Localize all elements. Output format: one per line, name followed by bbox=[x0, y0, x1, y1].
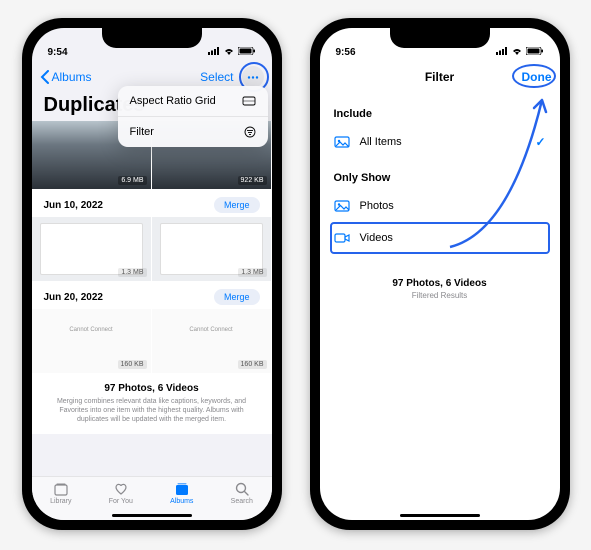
tab-label: Search bbox=[231, 498, 253, 505]
nav-right: Select bbox=[200, 66, 263, 88]
row-videos[interactable]: Videos bbox=[320, 222, 560, 254]
row-label: Photos bbox=[360, 200, 394, 212]
status-time: 9:54 bbox=[48, 47, 68, 58]
grid-icon bbox=[242, 96, 256, 106]
thumbnail[interactable]: Cannot Connect 160 KB bbox=[152, 309, 272, 373]
summary: 97 Photos, 6 Videos Merging combines rel… bbox=[32, 373, 272, 434]
size-badge: 1.3 MB bbox=[118, 268, 146, 277]
section-include: Include bbox=[320, 94, 560, 126]
status-right bbox=[208, 47, 256, 58]
group-date: Jun 10, 2022 bbox=[44, 200, 103, 211]
select-button[interactable]: Select bbox=[200, 70, 233, 84]
row-photos[interactable]: Photos bbox=[320, 190, 560, 222]
thumbnail[interactable]: Cannot Connect 160 KB bbox=[32, 309, 152, 373]
merge-button[interactable]: Merge bbox=[214, 289, 260, 305]
cannot-connect-label: Cannot Connect bbox=[32, 327, 151, 333]
size-badge: 160 KB bbox=[238, 360, 267, 369]
menu-item-label: Filter bbox=[130, 126, 154, 138]
thumbnail[interactable]: 1.3 MB bbox=[32, 217, 152, 281]
popover-menu: Aspect Ratio Grid Filter bbox=[118, 86, 268, 147]
summary-counts: 97 Photos, 6 Videos bbox=[320, 278, 560, 289]
photos-icon bbox=[334, 198, 350, 214]
more-button[interactable] bbox=[242, 66, 264, 88]
battery-icon bbox=[238, 47, 256, 58]
notch bbox=[102, 28, 202, 48]
home-indicator[interactable] bbox=[112, 514, 192, 517]
battery-icon bbox=[526, 47, 544, 58]
chevron-left-icon bbox=[40, 70, 50, 84]
merge-button[interactable]: Merge bbox=[214, 197, 260, 213]
tab-search[interactable]: Search bbox=[231, 481, 253, 520]
summary-desc: Merging combines relevant data like capt… bbox=[46, 397, 258, 424]
thumbnail[interactable]: 1.3 MB bbox=[152, 217, 272, 281]
back-label: Albums bbox=[52, 70, 92, 84]
row-label: All Items bbox=[360, 136, 402, 148]
library-icon bbox=[53, 481, 69, 497]
filter-icon bbox=[244, 126, 256, 138]
tab-label: For You bbox=[109, 498, 133, 505]
done-button[interactable]: Done bbox=[522, 70, 552, 84]
size-badge: 1.3 MB bbox=[238, 268, 266, 277]
row-label: Videos bbox=[360, 232, 393, 244]
screen-left: 9:54 Albums Select bbox=[32, 28, 272, 520]
size-badge: 6.9 MB bbox=[118, 176, 146, 185]
filtered-summary: 97 Photos, 6 Videos Filtered Results bbox=[320, 278, 560, 300]
size-badge: 922 KB bbox=[238, 176, 267, 185]
duplicate-group-2-header: Jun 10, 2022 Merge bbox=[32, 189, 272, 217]
summary-counts: 97 Photos, 6 Videos bbox=[46, 383, 258, 394]
checkmark-icon: ✓ bbox=[535, 135, 545, 149]
status-time: 9:56 bbox=[336, 47, 356, 58]
row-all-items[interactable]: All Items ✓ bbox=[320, 126, 560, 158]
menu-filter[interactable]: Filter bbox=[118, 117, 268, 147]
duplicate-group-2[interactable]: 1.3 MB 1.3 MB bbox=[32, 217, 272, 281]
notch bbox=[390, 28, 490, 48]
nav-bar: Filter Done bbox=[320, 60, 560, 94]
tab-label: Library bbox=[50, 498, 71, 505]
menu-item-label: Aspect Ratio Grid bbox=[130, 95, 216, 107]
duplicate-group-3-header: Jun 20, 2022 Merge bbox=[32, 281, 272, 309]
section-only-show: Only Show bbox=[320, 158, 560, 190]
duplicate-group-3[interactable]: Cannot Connect 160 KB Cannot Connect 160… bbox=[32, 309, 272, 373]
wifi-icon bbox=[511, 47, 523, 58]
cannot-connect-label: Cannot Connect bbox=[152, 327, 271, 333]
signal-icon bbox=[496, 47, 508, 58]
status-right bbox=[496, 47, 544, 58]
signal-icon bbox=[208, 47, 220, 58]
tab-label: Albums bbox=[170, 498, 193, 505]
wifi-icon bbox=[223, 47, 235, 58]
screen-right: 9:56 Filter Done Include All Items bbox=[320, 28, 560, 520]
home-indicator[interactable] bbox=[400, 514, 480, 517]
phone-right: 9:56 Filter Done Include All Items bbox=[310, 18, 570, 530]
summary-sub: Filtered Results bbox=[320, 291, 560, 300]
albums-icon bbox=[174, 481, 190, 497]
menu-aspect-ratio-grid[interactable]: Aspect Ratio Grid bbox=[118, 86, 268, 117]
all-items-icon bbox=[334, 134, 350, 150]
heart-icon bbox=[113, 481, 129, 497]
tab-library[interactable]: Library bbox=[50, 481, 71, 520]
videos-icon bbox=[334, 230, 350, 246]
search-icon bbox=[234, 481, 250, 497]
size-badge: 160 KB bbox=[118, 360, 147, 369]
back-button[interactable]: Albums bbox=[40, 70, 92, 84]
phone-left: 9:54 Albums Select bbox=[22, 18, 282, 530]
tab-bar: Library For You Albums Search bbox=[32, 476, 272, 520]
ellipsis-icon bbox=[247, 76, 259, 79]
content[interactable]: Apr 18, 2022 6.9 MB 922 KB Jun 10, 2022 … bbox=[32, 121, 272, 513]
group-date: Jun 20, 2022 bbox=[44, 292, 103, 303]
